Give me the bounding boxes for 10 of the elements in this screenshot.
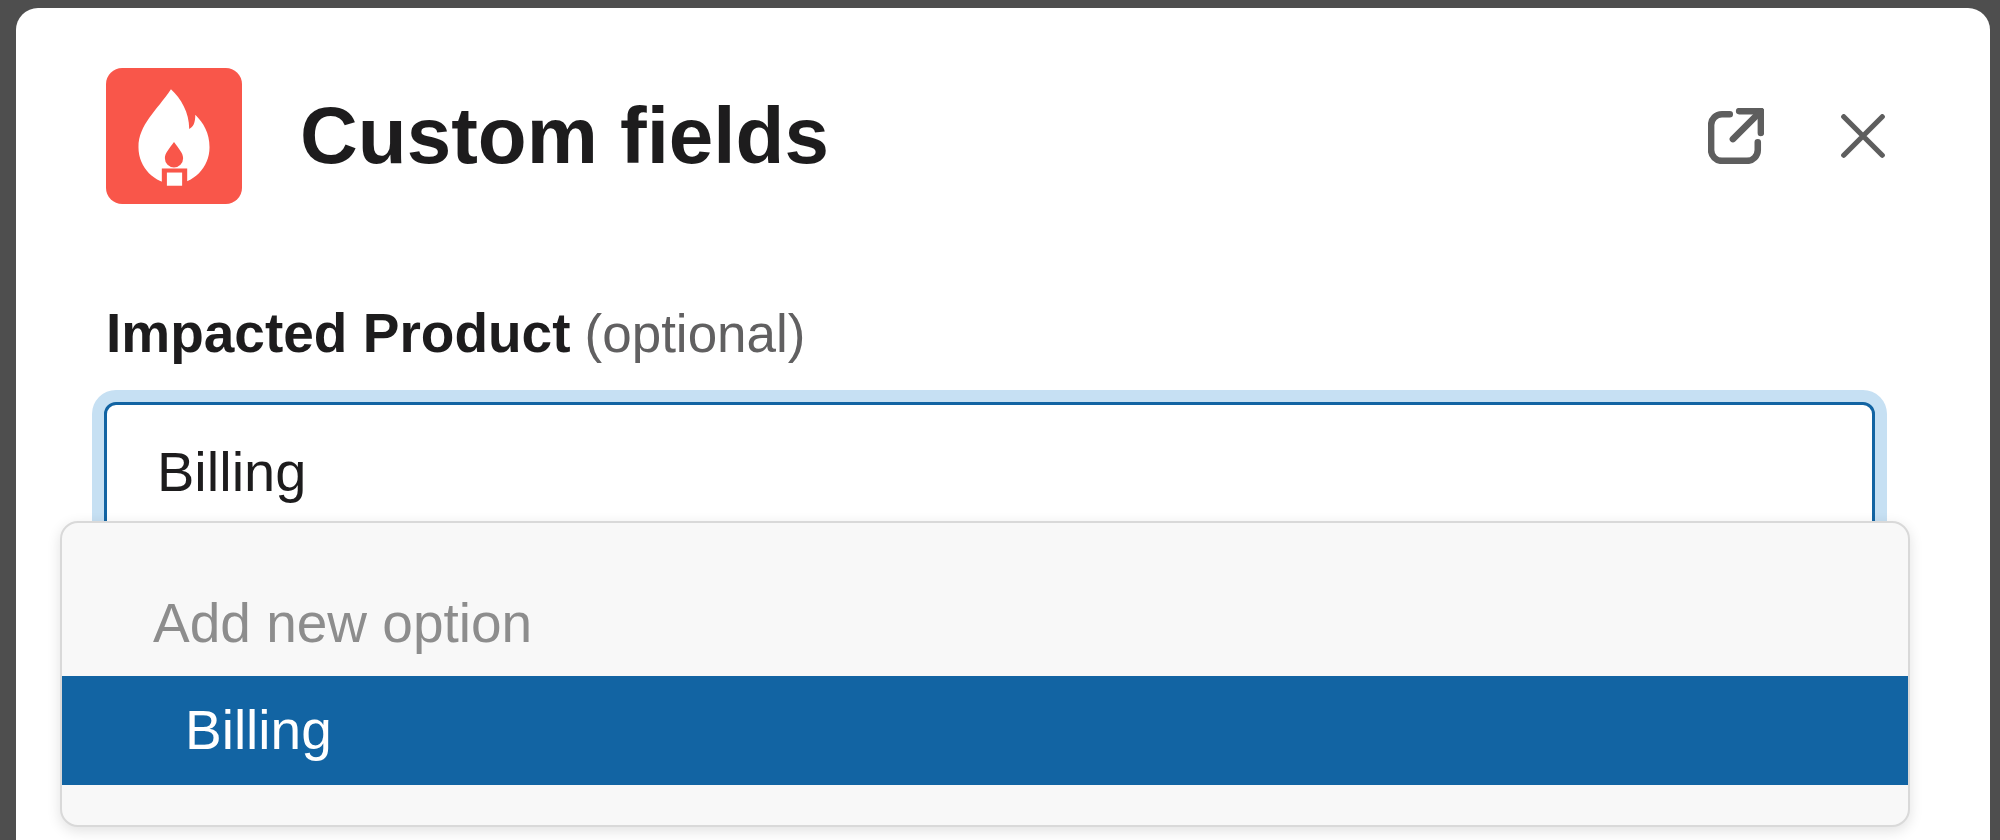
field-label: Impacted Product xyxy=(106,301,571,366)
open-external-button[interactable] xyxy=(1708,108,1764,164)
close-icon xyxy=(1841,114,1885,158)
external-link-icon xyxy=(1708,108,1764,164)
dropdown-option[interactable]: Billing xyxy=(62,676,1908,785)
flame-icon xyxy=(106,68,242,204)
close-button[interactable] xyxy=(1841,114,1885,158)
optional-note: (optional) xyxy=(584,303,806,365)
dropdown-option[interactable]: Add new option xyxy=(62,571,1908,676)
modal-title: Custom fields xyxy=(300,90,829,182)
